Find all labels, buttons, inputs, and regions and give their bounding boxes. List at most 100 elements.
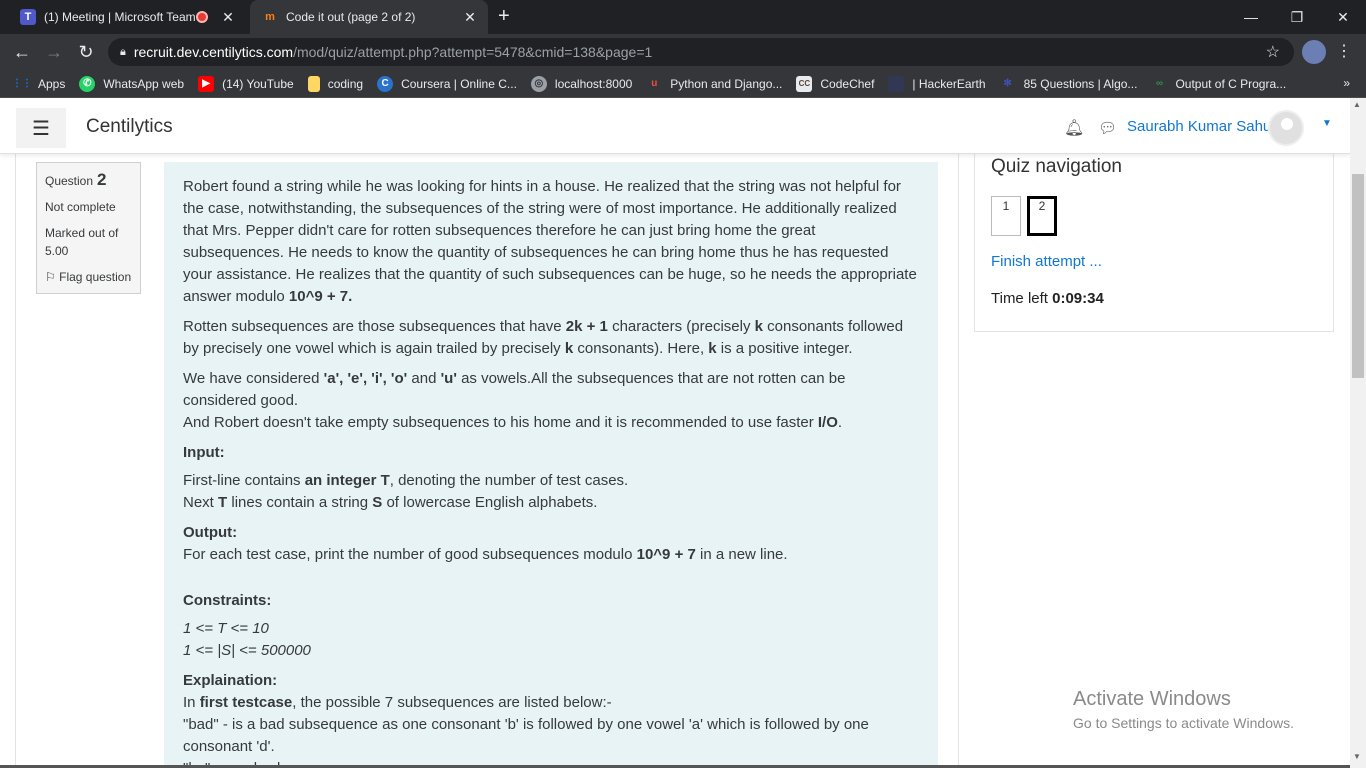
user-avatar[interactable] xyxy=(1268,110,1304,146)
bookmark-label: Output of C Progra... xyxy=(1175,76,1287,91)
flag-icon: ⚐ xyxy=(45,270,56,284)
text: characters (precisely xyxy=(612,318,751,335)
text: S xyxy=(372,494,383,511)
tab-title: Code it out (page 2 of 2) xyxy=(286,10,416,24)
question-info: Question 2 Not complete Marked out of 5.0… xyxy=(36,162,141,294)
forward-icon[interactable]: → xyxy=(42,42,66,63)
explanation-heading: Explaination: xyxy=(183,672,278,689)
bookmark-apps[interactable]: ⋮⋮ Apps xyxy=(12,76,65,92)
udemy-icon: u xyxy=(651,78,658,89)
user-name[interactable]: Saurabh Kumar Sahu xyxy=(1127,118,1271,135)
new-tab-icon[interactable]: + xyxy=(498,5,510,28)
browser-tab-bar: T (1) Meeting | Microsoft Teams ✕ m Code… xyxy=(0,0,1366,34)
bookmark-star-icon[interactable]: ☆ xyxy=(1266,42,1280,62)
bookmark-localhost[interactable]: ◎ localhost:8000 xyxy=(530,75,633,92)
bookmark-python-django[interactable]: u Python and Django... xyxy=(646,76,782,92)
tab-teams-meeting[interactable]: T (1) Meeting | Microsoft Teams ✕ xyxy=(8,0,246,34)
messages-icon[interactable]: 💬︎ xyxy=(1098,119,1117,137)
text: T xyxy=(218,494,228,511)
text: "bad" - is a bad subsequence as one cons… xyxy=(183,716,869,755)
close-tab-icon[interactable]: ✕ xyxy=(460,9,480,26)
text: in a new line. xyxy=(700,546,788,563)
bookmark-85-questions[interactable]: ✻ 85 Questions | Algo... xyxy=(1000,76,1138,92)
text: k xyxy=(754,318,763,335)
coursera-icon: C xyxy=(377,75,394,92)
algo-icon: ✻ xyxy=(1003,78,1012,89)
output-description: For each test case, print the number of … xyxy=(183,544,918,566)
minimize-icon[interactable]: — xyxy=(1228,0,1274,34)
text: lines contain a string xyxy=(231,494,369,511)
tab-code-it-out[interactable]: m Code it out (page 2 of 2) ✕ xyxy=(250,0,488,34)
browser-menu-icon[interactable]: ⋮ xyxy=(1336,41,1352,61)
site-brand[interactable]: Centilytics xyxy=(86,116,173,138)
bookmark-label: localhost:8000 xyxy=(554,76,633,91)
page-content: ☰ Centilytics 🔔︎ 💬︎ Saurabh Kumar Sahu ▼… xyxy=(0,98,1350,768)
notification-bell-icon[interactable]: 🔔︎ xyxy=(1064,118,1084,138)
bookmark-label: 85 Questions | Algo... xyxy=(1023,76,1138,91)
question-grade: Marked out of 5.00 xyxy=(45,224,132,260)
restore-icon[interactable]: ❐ xyxy=(1274,0,1320,34)
question-number: Question 2 xyxy=(45,171,132,190)
url-host: recruit.dev.centilytics.com xyxy=(133,44,294,60)
bookmark-coursera[interactable]: C Coursera | Online C... xyxy=(377,75,517,92)
reload-icon[interactable]: ↻ xyxy=(74,42,98,63)
text: is a positive integer. xyxy=(720,340,853,357)
back-icon[interactable]: ← xyxy=(10,42,34,63)
quiz-navigation-title: Quiz navigation xyxy=(991,156,1122,177)
bookmark-label: Python and Django... xyxy=(670,76,783,91)
lock-icon: 🔒︎ xyxy=(120,45,126,58)
text: We have considered xyxy=(183,370,320,387)
bookmark-codechef[interactable]: CC CodeChef xyxy=(796,75,874,92)
bookmark-coding[interactable]: coding xyxy=(307,75,363,92)
url-field[interactable]: 🔒︎ recruit.dev.centilytics.com/mod/quiz/… xyxy=(108,38,1294,66)
explanation-text: In first testcase, the possible 7 subseq… xyxy=(183,692,918,768)
text: , denoting the number of test cases. xyxy=(389,472,629,489)
question-paragraph: We have considered 'a', 'e', 'i', 'o' an… xyxy=(183,368,918,434)
close-window-icon[interactable]: ✕ xyxy=(1320,0,1366,34)
bookmark-hackerearth[interactable]: | HackerEarth xyxy=(888,75,986,92)
whatsapp-icon: ✆ xyxy=(79,75,96,92)
text: , the possible 7 subsequences are listed… xyxy=(292,694,612,711)
moodle-icon: m xyxy=(265,11,275,23)
more-bookmarks-icon[interactable]: » xyxy=(1343,76,1350,90)
question-number-value: 2 xyxy=(97,170,107,189)
folder-icon xyxy=(307,75,320,92)
youtube-icon: ▶ xyxy=(198,75,215,92)
text: first testcase xyxy=(199,694,293,711)
recording-icon xyxy=(196,11,208,23)
quiz-nav-question-2[interactable]: 2 xyxy=(1027,196,1057,236)
scrollbar-thumb[interactable] xyxy=(1352,174,1364,378)
question-label: Question xyxy=(45,174,94,188)
flag-question-label: Flag question xyxy=(59,270,132,284)
finish-attempt-link[interactable]: Finish attempt ... xyxy=(991,253,1102,270)
text: consonants). Here, xyxy=(577,340,705,357)
site-navbar: ☰ Centilytics 🔔︎ 💬︎ Saurabh Kumar Sahu ▼ xyxy=(0,98,1350,154)
time-left-value: 0:09:34 xyxy=(1052,290,1104,307)
bookmark-output-c[interactable]: ∞ Output of C Progra... xyxy=(1151,76,1286,92)
text: And Robert doesn't take empty subsequenc… xyxy=(183,414,814,431)
text: Rotten subsequences are those subsequenc… xyxy=(183,318,562,335)
hamburger-menu-icon[interactable]: ☰ xyxy=(16,108,66,148)
close-tab-icon[interactable]: ✕ xyxy=(218,9,238,26)
user-menu-caret-icon[interactable]: ▼ xyxy=(1322,118,1332,129)
bookmark-youtube[interactable]: ▶ (14) YouTube xyxy=(198,75,294,92)
bookmark-label: WhatsApp web xyxy=(103,76,185,91)
activate-windows-watermark: Activate Windows Go to Settings to activ… xyxy=(1073,688,1294,731)
marks-value: 5.00 xyxy=(45,244,69,258)
text: 'a', 'e', 'i', 'o' xyxy=(323,370,408,387)
text: For each test case, print the number of … xyxy=(183,546,633,563)
text: Next xyxy=(183,494,214,511)
scroll-down-arrow-icon[interactable]: ▼ xyxy=(1353,752,1361,761)
text: First-line contains xyxy=(183,472,301,489)
profile-avatar-icon[interactable] xyxy=(1302,40,1326,64)
flag-question-button[interactable]: ⚐ Flag question xyxy=(45,268,132,286)
url-path: /mod/quiz/attempt.php?attempt=5478&cmid=… xyxy=(293,44,653,60)
apps-grid-icon: ⋮⋮ xyxy=(12,78,32,89)
scroll-up-arrow-icon[interactable]: ▲ xyxy=(1353,100,1361,109)
question-text: Robert found a string while he was looki… xyxy=(164,162,938,768)
time-left: Time left 0:09:34 xyxy=(991,290,1104,307)
bookmark-whatsapp[interactable]: ✆ WhatsApp web xyxy=(79,75,185,92)
bookmarks-bar: ⋮⋮ Apps ✆ WhatsApp web ▶ (14) YouTube codin… xyxy=(0,70,1366,98)
quiz-nav-question-1[interactable]: 1 xyxy=(991,196,1021,236)
text: 'u' xyxy=(440,370,457,387)
